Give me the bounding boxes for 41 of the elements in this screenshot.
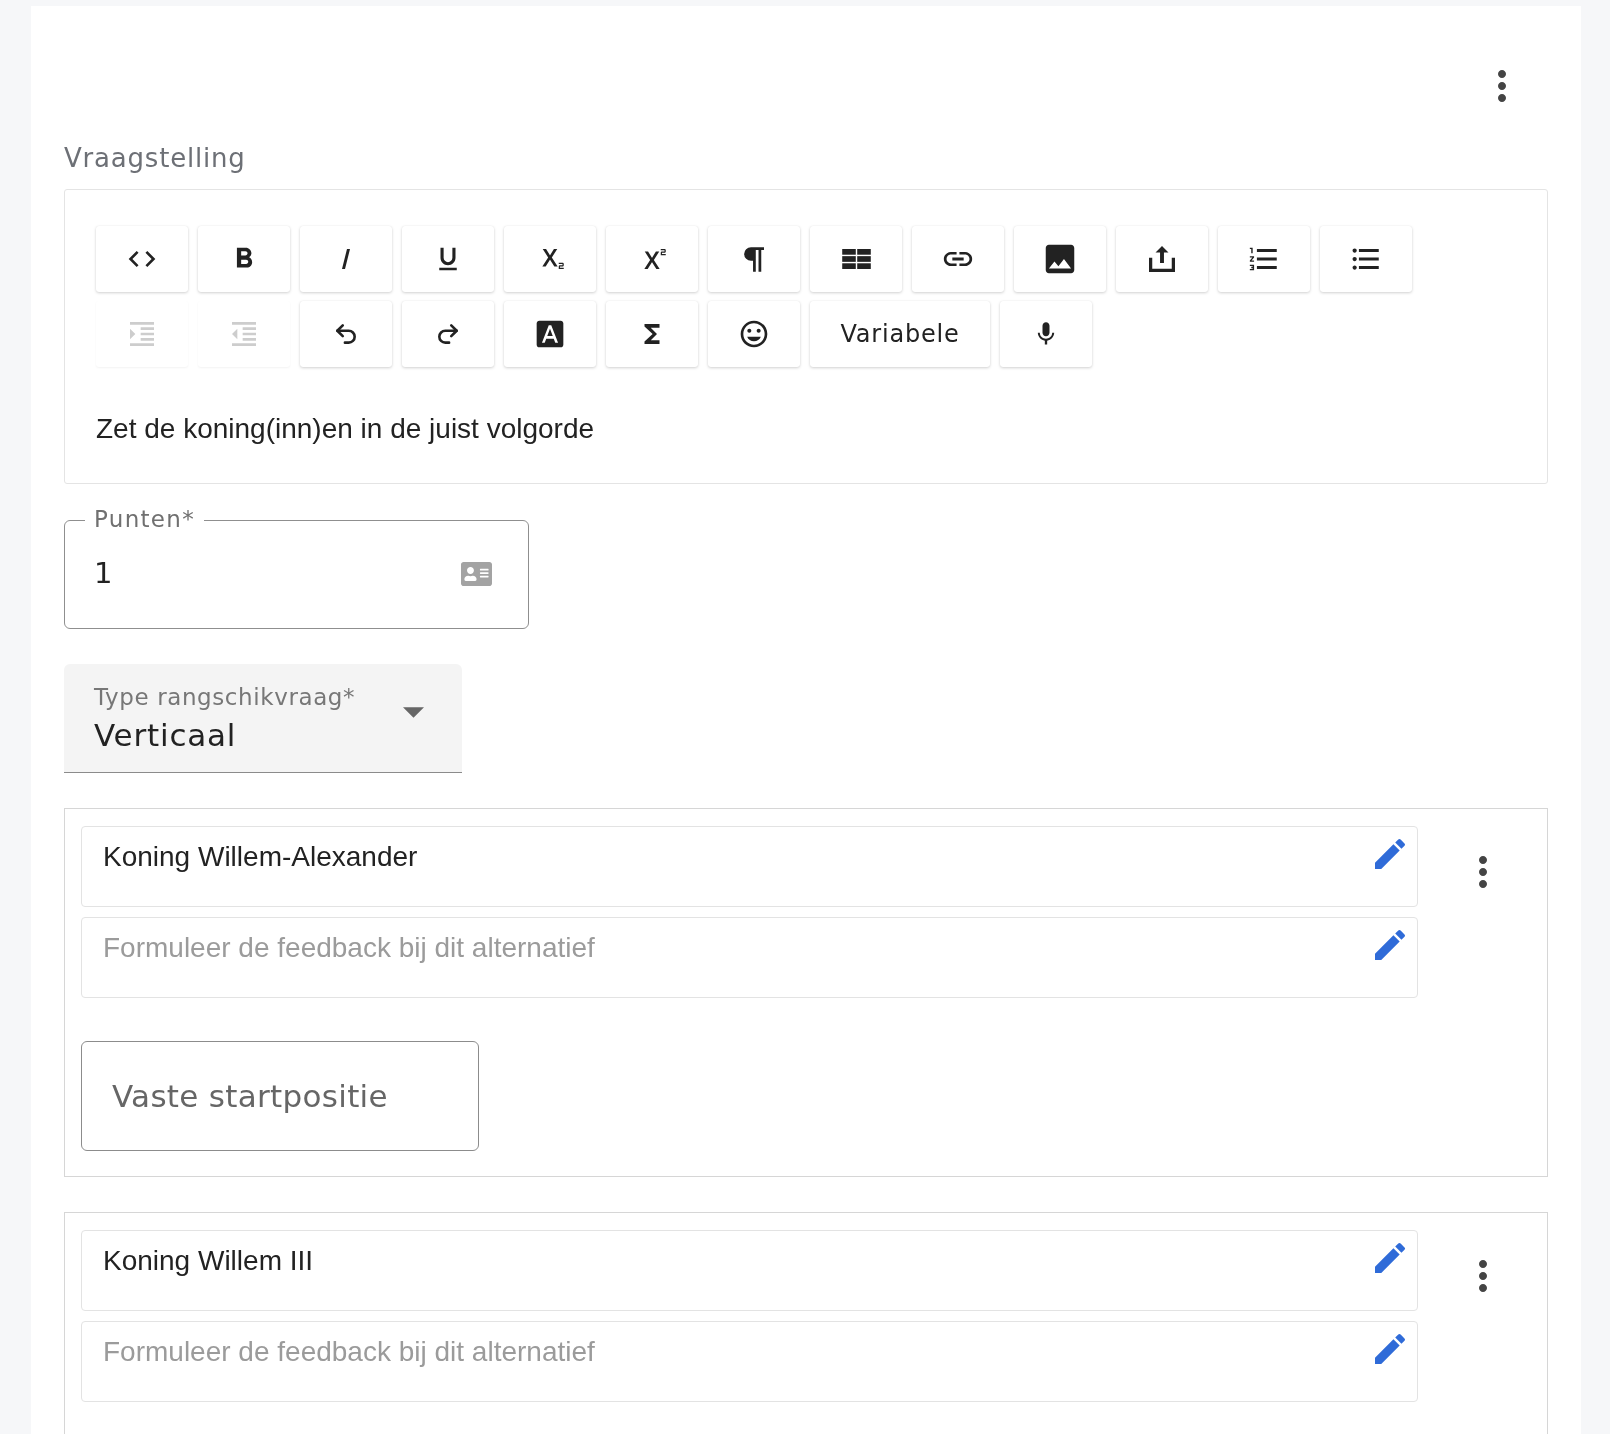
feedback-field[interactable]: Formuleer de feedback bij dit alternatief [81,1321,1418,1402]
underline-button[interactable] [402,226,494,292]
link-button[interactable] [912,226,1004,292]
section-label: Vraagstelling [64,143,247,173]
paragraph-button[interactable] [708,226,800,292]
formula-button[interactable] [606,301,698,367]
answer-field[interactable]: Koning Willem III [81,1230,1418,1311]
upload-button[interactable] [1116,226,1208,292]
field-label: Punten* [94,506,195,532]
numbered-list-button[interactable] [1218,226,1310,292]
image-button[interactable] [1014,226,1106,292]
table-button[interactable] [810,226,902,292]
italic-icon [342,249,350,269]
text-color-button[interactable] [504,301,596,367]
type-select[interactable]: Type rangschikvraag* Verticaal [64,664,462,773]
text-color-icon [534,318,566,350]
number-input[interactable]: 1 [94,552,461,596]
undo-button[interactable] [300,301,392,367]
selected-value: Verticaal [94,716,238,753]
question-text: Zet de koning(inn)en in de juist volgorde [96,413,596,445]
redo-icon [435,321,461,347]
emoji-button[interactable] [708,301,800,367]
table-icon [841,249,871,269]
bold-button[interactable] [198,226,290,292]
pilcrow-icon [744,246,764,272]
rich-text-editor[interactable]: Variabele Zet de koning(inn)en in de juist volgorde [64,189,1548,484]
subscript-button[interactable] [504,226,596,292]
smiley-icon [738,318,770,350]
upload-icon [1149,246,1175,272]
microphone-button[interactable] [1000,301,1092,367]
contact-card-icon [461,560,492,588]
redo-button[interactable] [402,301,494,367]
variable-button[interactable]: Variabele [810,301,990,367]
field-label: Type rangschikvraag* [94,683,357,710]
undo-icon [333,321,359,347]
fixed-start-button[interactable]: Vaste startpositie [81,1041,479,1151]
answer-field[interactable]: Koning Willem-Alexander [81,826,1418,907]
bulleted-list-button[interactable] [1320,226,1412,292]
dropdown-caret-icon [403,706,424,718]
superscript-button[interactable] [606,226,698,292]
feedback-field[interactable]: Formuleer de feedback bij dit alternatief [81,917,1418,998]
